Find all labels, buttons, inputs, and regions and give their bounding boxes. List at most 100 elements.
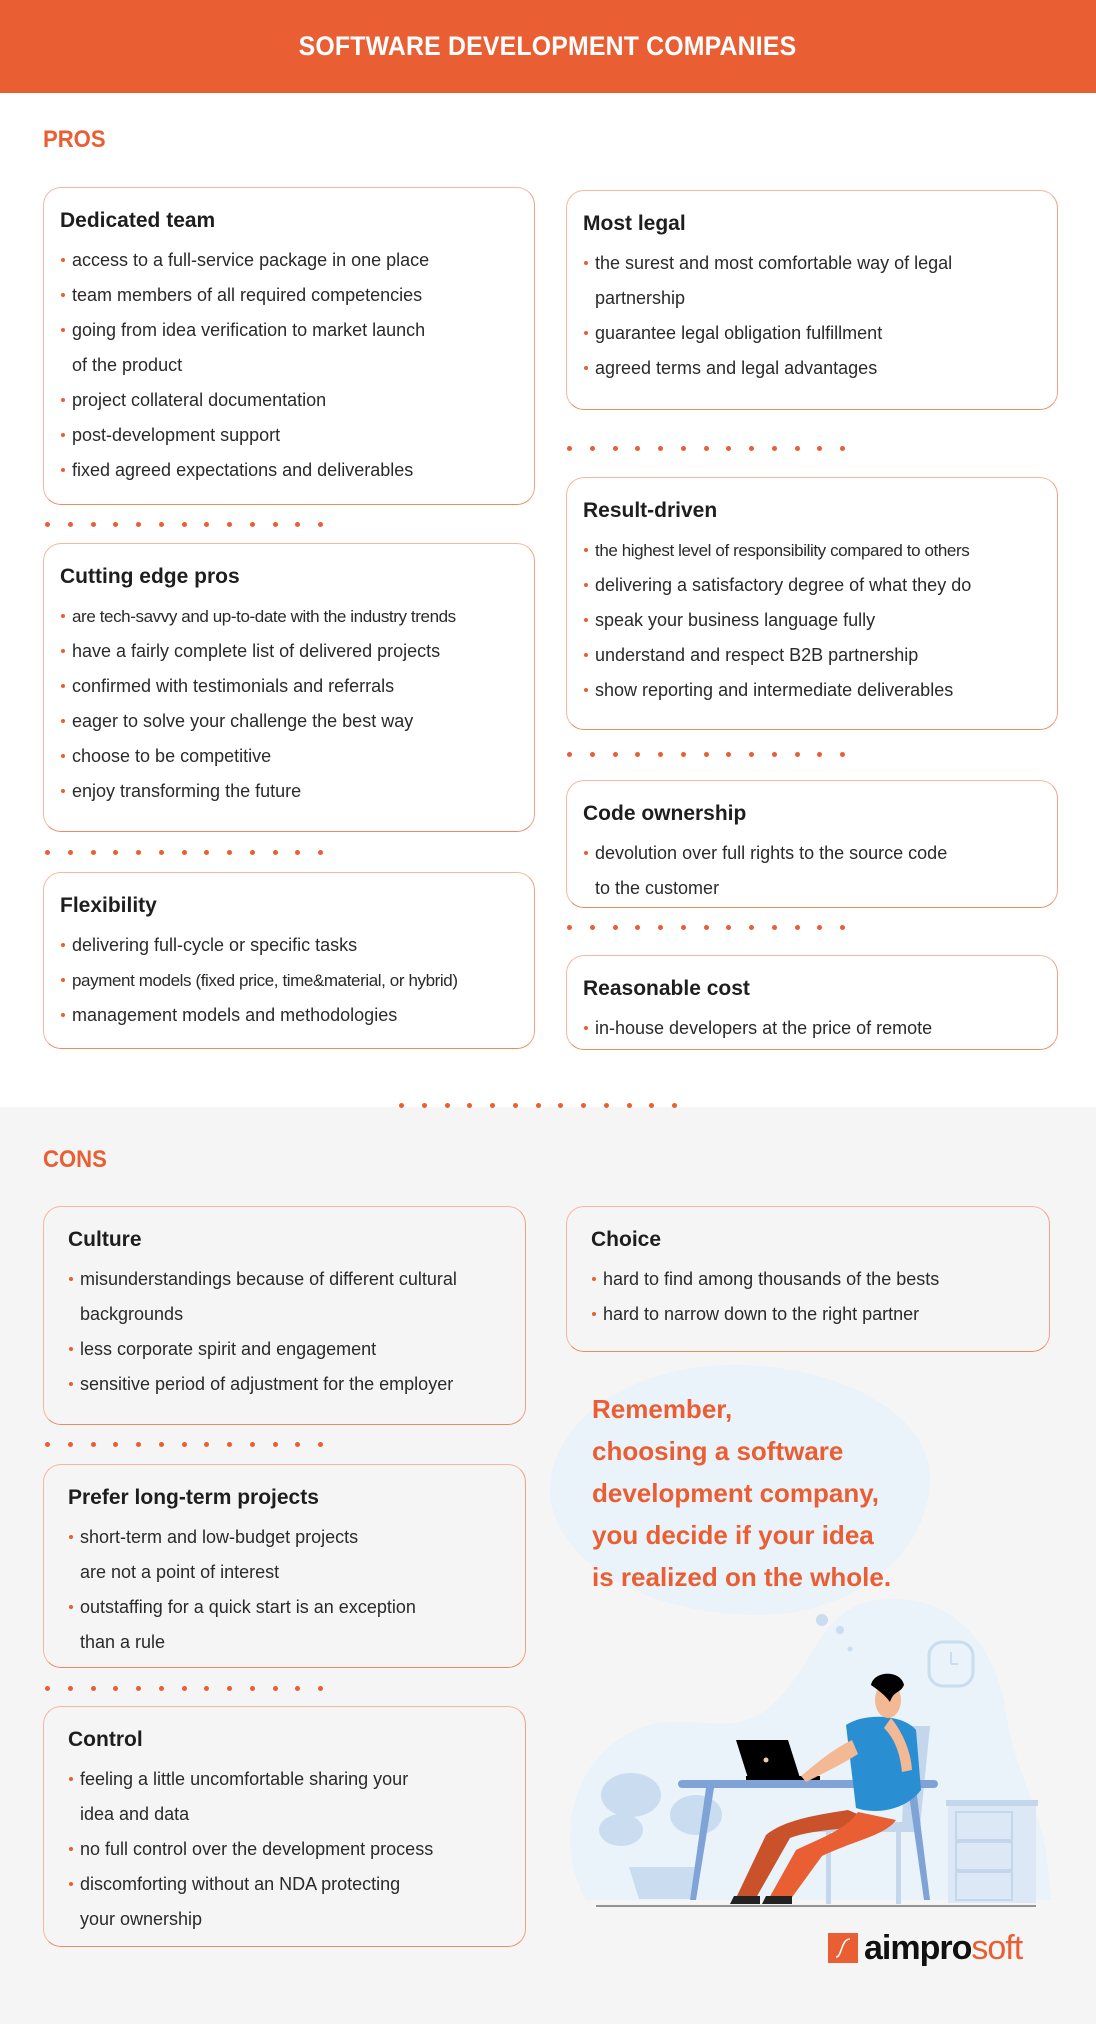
list-item: hard to find among thousands of the best…	[591, 1262, 1035, 1297]
card-prefer-long-term-projects: Prefer long-term projects short-term and…	[43, 1464, 526, 1668]
card-title: Dedicated team	[60, 209, 216, 232]
separator-dot	[567, 925, 572, 930]
dot-separator	[45, 522, 323, 528]
separator-dot	[771, 752, 777, 757]
list-item: misunderstandings because of different c…	[68, 1262, 511, 1297]
separator-dot	[612, 752, 618, 757]
list-item: agreed terms and legal advantages	[583, 351, 1043, 386]
pros-heading: PROS	[43, 126, 106, 153]
separator-dot	[612, 446, 618, 451]
list-item: sensitive period of adjustment for the e…	[68, 1367, 511, 1402]
list-item-continuation: idea and data	[80, 1804, 190, 1824]
separator-dot	[204, 850, 210, 855]
aimprosoft-logo-mark-icon	[828, 1933, 858, 1963]
card-title: Prefer long-term projects	[68, 1486, 319, 1509]
list-item: short-term and low-budget projects	[68, 1520, 511, 1555]
list-item: understand and respect B2B partnership	[583, 638, 1043, 673]
thought-dot	[847, 1646, 853, 1652]
page-title: SOFTWARE DEVELOPMENT COMPANIES	[299, 31, 797, 61]
bullet-list: hard to find among thousands of the best…	[591, 1262, 1035, 1332]
separator-dot	[67, 1686, 73, 1691]
separator-dot	[318, 850, 323, 855]
card-dedicated-team: Dedicated team access to a full-service …	[43, 187, 535, 505]
card-title: Culture	[68, 1228, 142, 1251]
list-item: speak your business language fully	[583, 603, 1043, 638]
separator-dot	[295, 522, 301, 527]
separator-dot	[45, 850, 50, 855]
separator-dot	[680, 446, 686, 451]
separator-dot	[67, 850, 73, 855]
quote-line: you decide if your idea	[592, 1520, 874, 1550]
list-item: post-development support	[60, 418, 520, 453]
card-title: Result-driven	[583, 499, 718, 522]
list-item: delivering full-cycle or specific tasks	[60, 928, 520, 963]
separator-dot	[136, 1442, 141, 1447]
list-item-continuation: backgrounds	[80, 1304, 184, 1324]
separator-dot	[581, 1103, 586, 1108]
separator-dot	[749, 752, 754, 757]
separator-dot	[181, 1442, 187, 1447]
card-title: Flexibility	[60, 894, 157, 917]
card-most-legal: Most legal the surest and most comfortab…	[566, 190, 1058, 410]
card-culture: Culture misunderstandings because of dif…	[43, 1206, 526, 1425]
separator-dot	[626, 1103, 632, 1108]
bullet-list: devolution over full rights to the sourc…	[583, 836, 1043, 906]
separator-dot	[113, 850, 119, 855]
separator-dot	[703, 925, 709, 930]
separator-dot	[136, 522, 141, 527]
list-item: discomforting without an NDA protecting	[68, 1867, 511, 1902]
thought-dot	[816, 1614, 828, 1626]
separator-dot	[181, 522, 187, 527]
separator-dot	[318, 1686, 323, 1691]
dot-separator	[567, 925, 845, 931]
separator-dot	[703, 752, 709, 757]
separator-dot	[113, 1686, 119, 1691]
list-item-continuation: of the product	[72, 355, 183, 375]
separator-dot	[181, 850, 187, 855]
list-item-continuation: than a rule	[80, 1632, 166, 1652]
separator-dot	[158, 1686, 164, 1691]
separator-dot	[444, 1103, 450, 1108]
list-item: confirmed with testimonials and referral…	[60, 669, 520, 704]
section-dot-separator	[399, 1103, 677, 1109]
person-at-laptop-illustration	[570, 1598, 1051, 1907]
separator-dot	[589, 446, 595, 451]
list-item: choose to be competitive	[60, 739, 520, 774]
separator-dot	[490, 1103, 495, 1108]
card-title: Reasonable cost	[583, 977, 750, 1000]
separator-dot	[817, 446, 823, 451]
separator-dot	[612, 925, 618, 930]
separator-dot	[658, 925, 663, 930]
card-title: Cutting edge pros	[60, 565, 240, 588]
separator-dot	[399, 1103, 404, 1108]
separator-dot	[227, 1686, 232, 1691]
list-item: devolution over full rights to the sourc…	[583, 836, 1043, 871]
separator-dot	[794, 752, 800, 757]
card-choice: Choice hard to find among thousands of t…	[566, 1206, 1050, 1352]
separator-dot	[658, 752, 663, 757]
list-item: the highest level of responsibility comp…	[583, 533, 1043, 568]
separator-dot	[635, 925, 641, 930]
separator-dot	[227, 1442, 232, 1447]
card-title: Choice	[591, 1228, 662, 1251]
list-item-continuation: your ownership	[80, 1909, 203, 1929]
list-item: guarantee legal obligation fulfillment	[583, 316, 1043, 351]
list-item: show reporting and intermediate delivera…	[583, 673, 1043, 708]
separator-dot	[421, 1103, 427, 1108]
separator-dot	[204, 1442, 210, 1447]
separator-dot	[295, 850, 301, 855]
list-item: are tech-savvy and up-to-date with the i…	[60, 599, 520, 634]
card-reasonable-cost: Reasonable cost in-house developers at t…	[566, 955, 1058, 1050]
list-item: feeling a little uncomfortable sharing y…	[68, 1762, 511, 1797]
separator-dot	[249, 850, 255, 855]
separator-dot	[136, 850, 141, 855]
card-title: Control	[68, 1728, 143, 1751]
separator-dot	[726, 752, 732, 757]
card-code-ownership: Code ownership devolution over full righ…	[566, 780, 1058, 908]
separator-dot	[794, 925, 800, 930]
separator-dot	[295, 1442, 301, 1447]
bullet-list: the surest and most comfortable way of l…	[583, 246, 1043, 386]
separator-dot	[603, 1103, 609, 1108]
separator-dot	[703, 446, 709, 451]
card-cutting-edge-pros: Cutting edge pros are tech-savvy and up-…	[43, 543, 535, 832]
